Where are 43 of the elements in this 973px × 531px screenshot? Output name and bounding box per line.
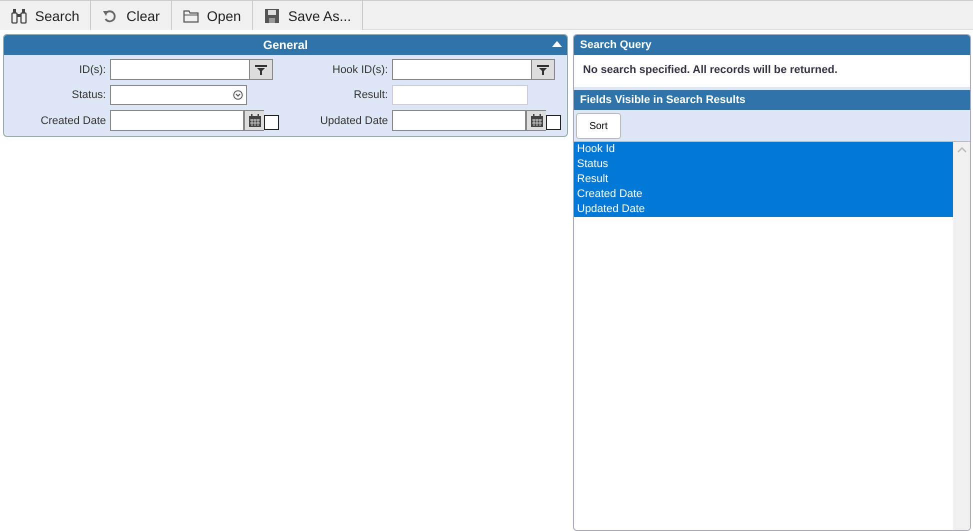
field-label: Updated Date xyxy=(319,114,388,126)
binoculars-icon xyxy=(11,8,27,24)
calendar-button[interactable] xyxy=(526,110,546,131)
panel-title: General xyxy=(263,38,308,52)
calendar-icon xyxy=(248,114,262,128)
list-item[interactable]: Updated Date xyxy=(574,202,953,217)
panel-header: Search Query xyxy=(574,35,970,55)
filter-button[interactable] xyxy=(531,59,555,80)
toolbar-button[interactable]: Search xyxy=(0,1,92,30)
date-field[interactable] xyxy=(392,110,561,131)
filter-icon xyxy=(255,64,267,76)
list-item[interactable]: Result xyxy=(574,172,953,187)
sort-button[interactable]: Sort xyxy=(576,113,621,139)
collapse-icon[interactable] xyxy=(552,41,562,47)
input-field[interactable] xyxy=(110,59,273,80)
checkbox[interactable] xyxy=(546,115,561,130)
panel-header[interactable]: General xyxy=(4,35,567,55)
filter-button[interactable] xyxy=(249,59,273,80)
panel-header: Fields Visible in Search Results xyxy=(574,90,970,110)
date-field[interactable] xyxy=(110,110,279,131)
chevron-down-icon xyxy=(233,90,243,100)
field-label: Status: xyxy=(70,89,106,101)
toolbar-button[interactable]: Open xyxy=(172,1,254,30)
undo-icon xyxy=(102,8,118,24)
checkbox[interactable] xyxy=(264,115,279,130)
list-item[interactable]: Status xyxy=(574,157,953,172)
scrollbar[interactable] xyxy=(953,142,970,530)
input-field[interactable] xyxy=(392,85,528,105)
field-label: Created Date xyxy=(40,114,106,126)
calendar-icon xyxy=(530,114,544,128)
calendar-button[interactable] xyxy=(244,110,264,131)
filter-icon xyxy=(537,64,549,76)
field-label: ID(s): xyxy=(78,64,106,76)
query-text: No search specified. All records will be returned. xyxy=(574,55,970,87)
dropdown[interactable] xyxy=(110,85,247,105)
toolbar-button[interactable]: Save As... xyxy=(253,1,364,30)
field-label: Result: xyxy=(352,89,388,101)
folder-icon xyxy=(182,8,199,24)
list-item[interactable]: Created Date xyxy=(574,187,953,202)
field-label: Hook ID(s): xyxy=(331,64,388,76)
input-field[interactable] xyxy=(392,59,555,80)
toolbar-button[interactable]: Clear xyxy=(91,1,172,30)
list-item[interactable]: Hook Id xyxy=(574,142,953,157)
